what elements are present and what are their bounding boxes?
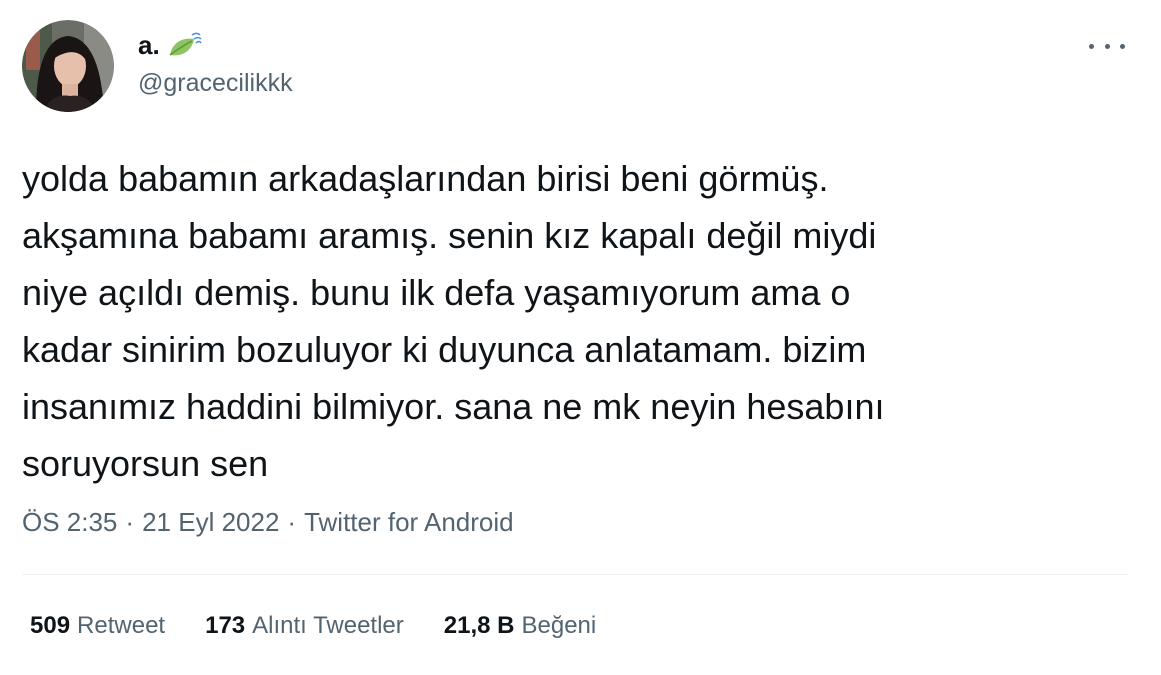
quote-tweets-label: Alıntı Tweetler [252, 612, 404, 639]
display-name[interactable]: a. [138, 30, 160, 61]
tweet-meta: ÖS 2:35 · 21 Eyl 2022 · Twitter for Andr… [22, 507, 514, 538]
tweet-card: a. @gracecilikkk yolda babamın arkadaşla… [0, 0, 1161, 675]
more-dot-icon [1104, 43, 1110, 49]
divider [22, 574, 1129, 575]
likes-stat[interactable]: 21,8 B Beğeni [444, 612, 596, 640]
avatar[interactable] [22, 20, 114, 112]
tweet-text: yolda babamın arkadaşlarından birisi ben… [22, 150, 1132, 492]
tweet-text-line: kadar sinirim bozuluyor ki duyunca anlat… [22, 329, 867, 370]
meta-separator: · [287, 507, 297, 537]
user-names: a. @gracecilikkk [138, 29, 293, 98]
tweet-text-line: insanımız haddini bilmiyor. sana ne mk n… [22, 386, 885, 427]
tweet-text-line: soruyorsun sen [22, 443, 269, 484]
retweets-count: 509 [30, 612, 71, 639]
user-handle[interactable]: @gracecilikkk [138, 69, 293, 98]
tweet-text-line: niye açıldı demiş. bunu ilk defa yaşamıy… [22, 272, 851, 313]
tweet-text-line: yolda babamın arkadaşlarından birisi ben… [22, 158, 829, 199]
tweet-stats: 509 Retweet 173 Alıntı Tweetler 21,8 B B… [30, 612, 636, 640]
tweet-header: a. @gracecilikkk [22, 20, 293, 112]
more-dot-icon [1120, 43, 1125, 49]
quote-tweets-stat[interactable]: 173 Alıntı Tweetler [205, 612, 404, 640]
retweets-stat[interactable]: 509 Retweet [30, 612, 165, 640]
more-dot-icon [1089, 43, 1094, 49]
tweet-date[interactable]: 21 Eyl 2022 [142, 507, 279, 538]
retweets-label: Retweet [77, 612, 166, 639]
display-name-row: a. [138, 29, 293, 63]
quote-tweets-count: 173 [205, 612, 246, 639]
leaf-fluttering-in-wind-icon [166, 31, 202, 61]
tweet-time[interactable]: ÖS 2:35 [22, 507, 117, 538]
tweet-text-line: akşamına babamı aramış. senin kız kapalı… [22, 215, 877, 256]
more-options-button[interactable] [1089, 36, 1125, 56]
tweet-source-link[interactable]: Twitter for Android [304, 507, 514, 538]
likes-label: Beğeni [521, 612, 597, 639]
likes-count: 21,8 B [443, 612, 515, 639]
meta-separator: · [125, 507, 135, 537]
